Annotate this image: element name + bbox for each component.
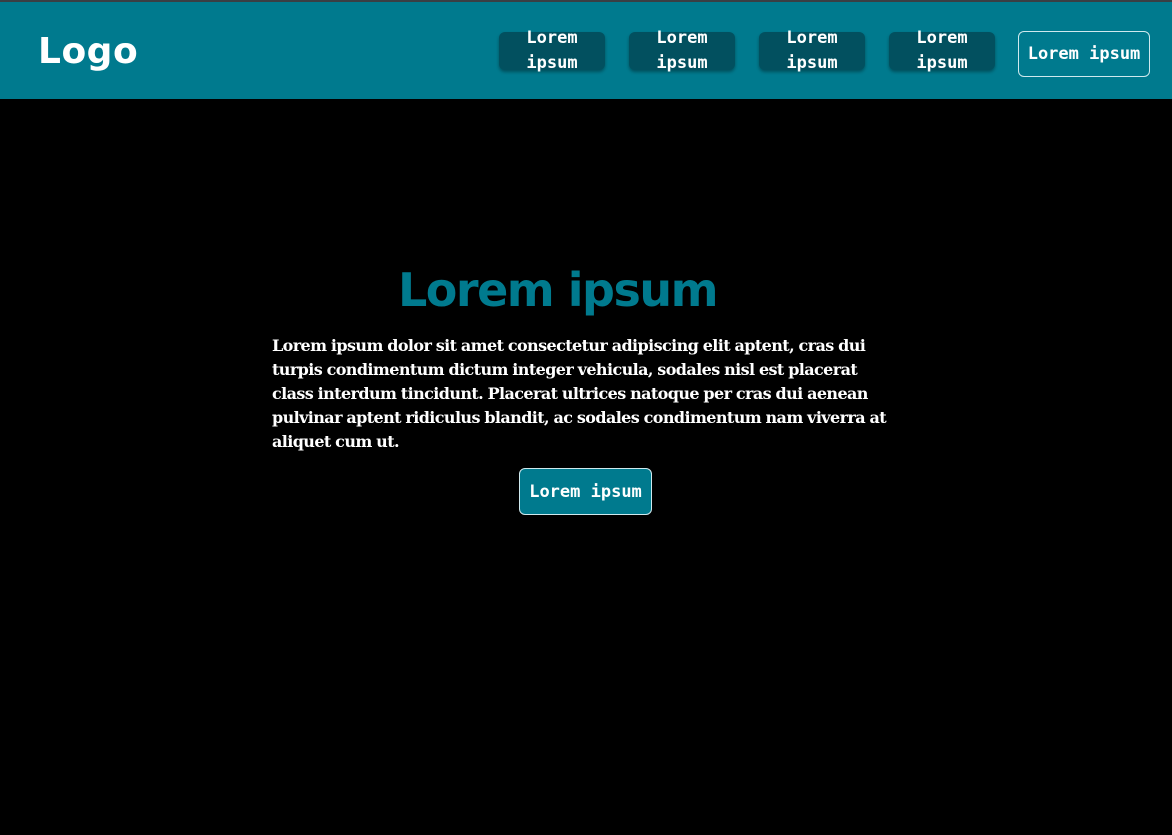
hero-description: Lorem ipsum dolor sit amet consectetur a…: [272, 336, 887, 451]
hero-title: Lorem ipsum: [398, 263, 719, 317]
nav-item-label: Lorem ipsum: [656, 28, 708, 73]
nav-item-3[interactable]: Lorem ipsum: [759, 28, 865, 73]
nav-item-label: Lorem ipsum: [526, 28, 578, 73]
header-cta-button[interactable]: Lorem ipsum: [1018, 31, 1150, 77]
hero-button[interactable]: Lorem ipsum: [519, 468, 652, 515]
navbar: Logo Lorem ipsum Lorem ipsum Lorem ipsum…: [0, 2, 1172, 99]
nav-item-1[interactable]: Lorem ipsum: [499, 28, 605, 73]
nav-item-label: Lorem ipsum: [916, 28, 968, 73]
nav-item-2[interactable]: Lorem ipsum: [629, 28, 735, 73]
nav-item-label: Lorem ipsum: [786, 28, 838, 73]
logo[interactable]: Logo: [38, 30, 138, 74]
nav-item-4[interactable]: Lorem ipsum: [889, 28, 995, 73]
